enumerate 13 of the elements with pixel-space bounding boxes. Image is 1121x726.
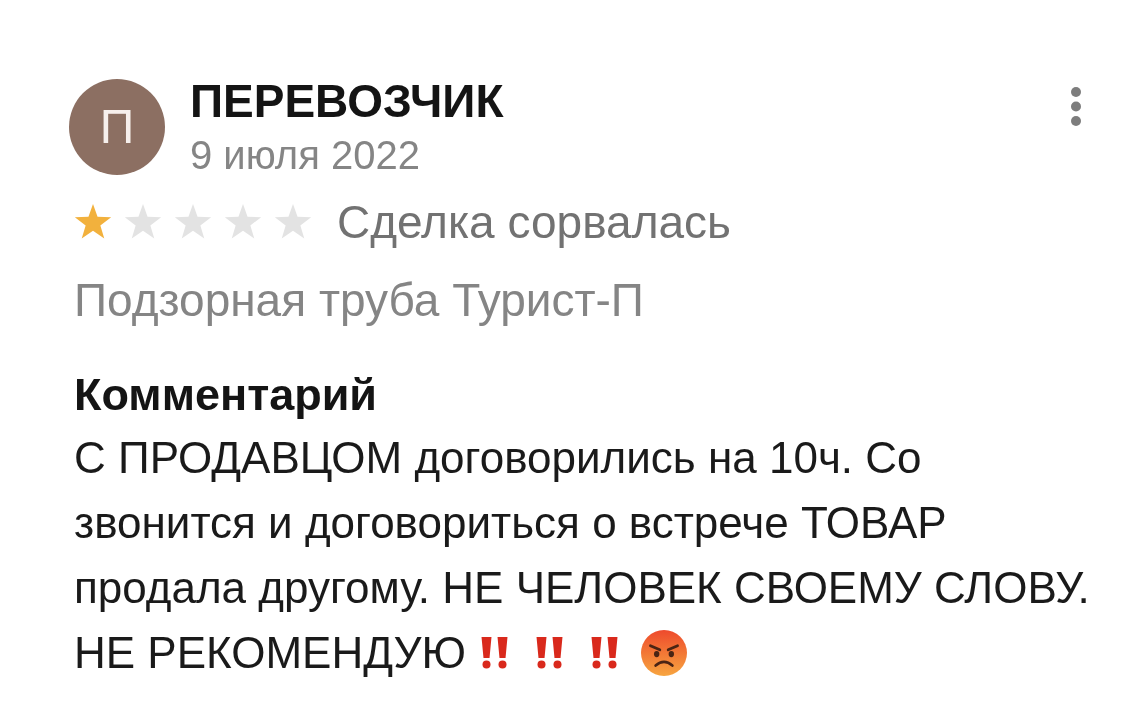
star-icon [274,204,312,240]
avatar: П [69,79,165,175]
star-icon [124,204,162,240]
star-icon [174,204,212,240]
author-name: ПЕРЕВОЗЧИК [190,78,504,124]
review-date: 9 июля 2022 [190,135,421,175]
comment-text: С ПРОДАВЦОМ договорились на 10ч. Со звонится и договориться о встрече ТОВАР продала другому. НЕ ЧЕЛОВЕК СВОЕМУ СЛОВУ. [74,432,1091,614]
star-icon [74,204,112,240]
comment-heading: Комментарий [74,373,378,417]
star-icon [224,204,262,240]
angry-face-icon [640,629,687,676]
comment-closing-text: НЕ РЕКОМЕНДУЮ [74,627,466,679]
kebab-menu-icon [1071,87,1081,126]
